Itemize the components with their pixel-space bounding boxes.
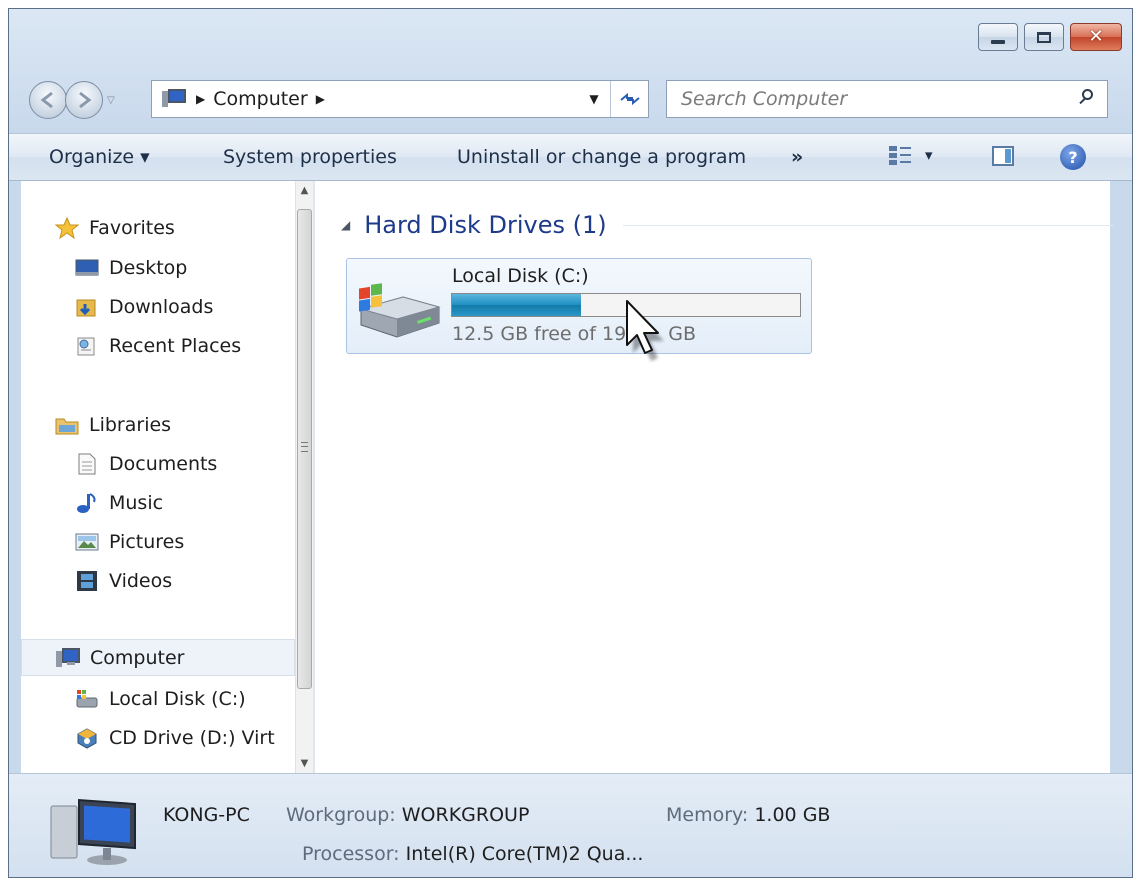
nav-item-recent-places[interactable]: Recent Places: [75, 335, 241, 357]
scroll-up-icon[interactable]: ▲: [296, 185, 313, 196]
desktop-icon: [75, 257, 99, 279]
nav-item-local-disk[interactable]: Local Disk (C:): [75, 688, 246, 710]
computer-icon: [50, 799, 136, 865]
nav-item-label: Documents: [109, 453, 218, 475]
nav-item-videos[interactable]: Videos: [75, 570, 172, 592]
search-placeholder: Search Computer: [681, 88, 848, 110]
group-divider: [622, 224, 1113, 226]
minimize-icon: [991, 40, 1005, 44]
nav-item-label: Recent Places: [109, 335, 242, 357]
view-dropdown-icon: ▾: [925, 146, 933, 164]
computer-name: KONG-PC: [163, 804, 250, 826]
explorer-window: ✕ ▽ ▶ Computer ▶ ▼ Search Computer Organ…: [8, 8, 1133, 878]
address-dropdown-icon[interactable]: ▼: [578, 92, 610, 106]
group-title: Hard Disk Drives (1): [364, 211, 607, 239]
hard-drive-icon: [359, 283, 441, 338]
nav-item-cd-drive[interactable]: CD Drive (D:) Virt: [75, 727, 275, 749]
search-icon[interactable]: [1077, 89, 1097, 109]
nav-item-label: Downloads: [109, 296, 214, 318]
nav-item-label: Music: [109, 492, 164, 514]
address-bar[interactable]: ▶ Computer ▶ ▼: [151, 80, 649, 118]
processor-info: Processor: Intel(R) Core(TM)2 Qua...: [302, 843, 644, 865]
nav-computer-label: Computer: [90, 646, 185, 669]
forward-arrow-icon: [79, 91, 92, 109]
collapse-arrow-icon[interactable]: ◢: [341, 218, 350, 232]
star-icon: [54, 216, 80, 240]
details-pane: KONG-PC Workgroup: WORKGROUP Memory: 1.0…: [9, 773, 1132, 877]
nav-item-label: Videos: [109, 570, 173, 592]
content-area: ◢ Hard Disk Drives (1) Local Disk (C:) 1…: [315, 181, 1113, 773]
maximize-icon: [1037, 31, 1051, 43]
nav-item-pictures[interactable]: Pictures: [75, 531, 184, 553]
nav-item-label: Desktop: [109, 257, 188, 279]
recent-pages-dropdown[interactable]: ▽: [107, 95, 115, 106]
nav-item-downloads[interactable]: Downloads: [75, 296, 213, 318]
nav-scrollbar[interactable]: ▲ ▼: [295, 181, 313, 773]
refresh-button[interactable]: [610, 81, 648, 117]
documents-icon: [75, 453, 99, 475]
scroll-thumb[interactable]: [297, 209, 312, 689]
more-commands-button[interactable]: »: [791, 146, 803, 168]
nav-libraries[interactable]: Libraries: [55, 414, 171, 436]
command-bar: Organize ▾ System properties Uninstall o…: [9, 133, 1132, 181]
refresh-icon: [619, 92, 640, 106]
drive-usage-fill: [452, 294, 581, 316]
pictures-icon: [75, 531, 99, 553]
caption-buttons: ✕: [972, 23, 1122, 51]
back-button[interactable]: [29, 81, 67, 119]
drive-tile-local-disk[interactable]: Local Disk (C:) 12.5 GB free of 19. GB: [346, 258, 812, 354]
nav-item-music[interactable]: Music: [75, 492, 163, 514]
breadcrumb-separator-icon[interactable]: ▶: [196, 92, 205, 106]
nav-computer[interactable]: Computer: [21, 639, 295, 676]
maximize-button[interactable]: [1024, 23, 1064, 51]
navigation-pane: Favorites Desktop Downloads Recent Place…: [21, 181, 313, 773]
nav-libraries-label: Libraries: [89, 414, 172, 436]
minimize-button[interactable]: [978, 23, 1018, 51]
nav-item-desktop[interactable]: Desktop: [75, 257, 187, 279]
back-arrow-icon: [40, 91, 53, 109]
help-icon[interactable]: ?: [1060, 144, 1086, 170]
close-icon: ✕: [1088, 26, 1104, 47]
change-view-button[interactable]: ▾: [889, 144, 933, 166]
recent-places-icon: [75, 335, 99, 357]
breadcrumb-separator-icon[interactable]: ▶: [316, 92, 325, 106]
nav-item-label: Pictures: [109, 531, 185, 553]
forward-button[interactable]: [65, 81, 103, 119]
uninstall-program-button[interactable]: Uninstall or change a program: [457, 146, 746, 168]
downloads-folder-icon: [75, 296, 99, 318]
view-list-icon: [889, 144, 911, 166]
system-properties-button[interactable]: System properties: [223, 146, 397, 168]
nav-favorites-label: Favorites: [89, 217, 175, 239]
preview-pane-icon[interactable]: [992, 146, 1014, 166]
close-button[interactable]: ✕: [1070, 23, 1122, 51]
computer-icon: [162, 89, 188, 109]
mouse-cursor-icon: [626, 300, 664, 361]
local-disk-icon: [75, 688, 99, 710]
cd-drive-icon: [75, 727, 99, 749]
breadcrumb-computer[interactable]: Computer: [213, 88, 307, 110]
nav-item-label: Local Disk (C:): [109, 688, 246, 710]
nav-favorites[interactable]: Favorites: [54, 216, 175, 240]
nav-item-label: CD Drive (D:) Virt: [109, 727, 275, 749]
videos-icon: [75, 570, 99, 592]
workgroup-info: Workgroup: WORKGROUP: [286, 804, 530, 826]
search-input[interactable]: Search Computer: [666, 80, 1108, 118]
computer-icon: [56, 647, 80, 669]
grip-icon: [301, 442, 308, 452]
memory-info: Memory: 1.00 GB: [666, 804, 831, 826]
nav-item-documents[interactable]: Documents: [75, 453, 217, 475]
libraries-icon: [55, 414, 79, 436]
music-note-icon: [75, 492, 99, 514]
group-header[interactable]: ◢ Hard Disk Drives (1): [341, 211, 1113, 239]
scroll-down-icon[interactable]: ▼: [296, 758, 313, 769]
organize-button[interactable]: Organize ▾: [49, 146, 150, 168]
drive-name: Local Disk (C:): [452, 265, 589, 287]
